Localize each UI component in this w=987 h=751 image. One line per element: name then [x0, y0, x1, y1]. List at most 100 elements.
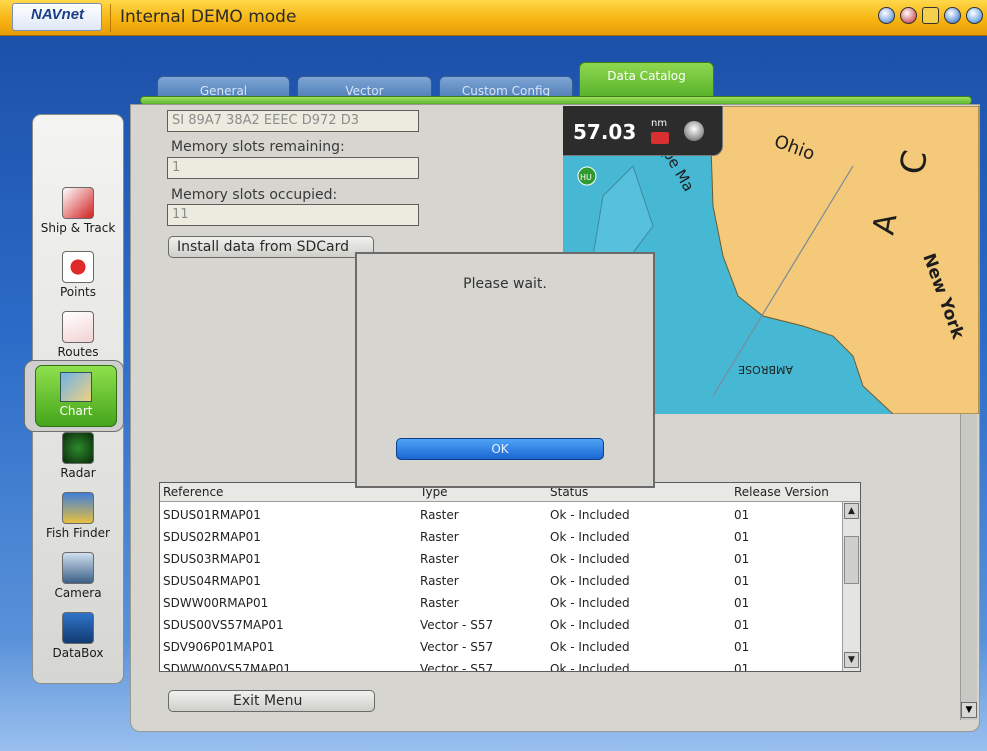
sidebar-item-label: Radar: [60, 466, 96, 480]
table-row[interactable]: SDUS03RMAP01 Raster Ok - Included 01: [160, 549, 842, 571]
table-row[interactable]: SDV906P01MAP01 Vector - S57 Ok - Include…: [160, 637, 842, 659]
column-release-version[interactable]: Release Version: [734, 485, 829, 499]
cell-release-version: 01: [734, 552, 750, 566]
cell-type: Vector - S57: [420, 640, 494, 654]
cell-type: Vector - S57: [420, 662, 494, 672]
cell-release-version: 01: [734, 596, 750, 610]
cell-release-version: 01: [734, 508, 750, 522]
chart-icon: [60, 372, 92, 402]
table-row[interactable]: SDWW00RMAP01 Raster Ok - Included 01: [160, 593, 842, 615]
cell-status: Ok - Included: [550, 618, 630, 632]
slots-occupied-label: Memory slots occupied:: [171, 187, 338, 203]
cell-status: Ok - Included: [550, 640, 630, 654]
cell-type: Vector - S57: [420, 618, 494, 632]
logo-text: NAVnet: [31, 6, 85, 23]
title-bar: NAVnet Internal DEMO mode: [0, 0, 987, 36]
cell-status: Ok - Included: [550, 662, 630, 672]
range-unit: nm: [651, 118, 668, 129]
cell-type: Raster: [420, 508, 459, 522]
sidebar-item-databox[interactable]: DataBox: [32, 612, 124, 672]
alarm-icon[interactable]: [878, 7, 895, 24]
range-value: 57.03: [573, 120, 637, 144]
table-row[interactable]: SDUS02RMAP01 Raster Ok - Included 01: [160, 527, 842, 549]
sidebar-active-frame: Chart: [24, 360, 124, 432]
cell-status: Ok - Included: [550, 596, 630, 610]
scroll-up-icon[interactable]: ▲: [844, 503, 859, 519]
sidebar-item-ship-track[interactable]: Ship & Track: [32, 187, 124, 247]
cell-type: Raster: [420, 574, 459, 588]
cell-reference: SDUS00VS57MAP01: [163, 618, 284, 632]
tab-custom-config[interactable]: Custom Config: [439, 76, 573, 98]
column-reference[interactable]: Reference: [163, 485, 223, 499]
databox-icon: [62, 612, 94, 644]
cell-release-version: 01: [734, 574, 750, 588]
scroll-thumb[interactable]: [844, 536, 859, 584]
scroll-down-icon[interactable]: ▼: [844, 652, 859, 668]
ok-button[interactable]: OK: [396, 438, 604, 460]
map-label-ambrose: AMBROSE: [738, 363, 793, 376]
sidebar-item-label: Points: [59, 285, 97, 299]
radar-icon: [62, 432, 94, 464]
table-row[interactable]: SDWW00VS57MAP01 Vector - S57 Ok - Includ…: [160, 659, 842, 672]
table-row[interactable]: SDUS04RMAP01 Raster Ok - Included 01: [160, 571, 842, 593]
cell-status: Ok - Included: [550, 530, 630, 544]
sidebar-item-fish-finder[interactable]: Fish Finder: [32, 492, 124, 552]
shoal-area: [592, 165, 654, 267]
range-icon: [651, 132, 669, 144]
cell-status: Ok - Included: [550, 574, 630, 588]
sidebar-item-label: Ship & Track: [40, 221, 116, 235]
ship-track-icon: [62, 187, 94, 219]
compass-icon[interactable]: [684, 121, 704, 141]
cell-status: Ok - Included: [550, 508, 630, 522]
globe-icon[interactable]: [944, 7, 961, 24]
cell-reference: SDUS04RMAP01: [163, 574, 261, 588]
table-row[interactable]: SDUS00VS57MAP01 Vector - S57 Ok - Includ…: [160, 615, 842, 637]
status-icons: [878, 7, 983, 24]
tab-data-catalog[interactable]: Data Catalog: [579, 62, 714, 98]
tab-vector[interactable]: Vector: [297, 76, 432, 98]
slots-occupied-field: 11: [167, 204, 419, 226]
cell-type: Raster: [420, 596, 459, 610]
cell-type: Raster: [420, 530, 459, 544]
table-scrollbar[interactable]: ▲ ▼: [842, 502, 860, 671]
title-separator: [110, 4, 111, 32]
slots-remaining-field: 1: [167, 157, 419, 179]
tab-general[interactable]: General: [157, 76, 290, 98]
display-icon[interactable]: [922, 7, 939, 24]
mob-icon[interactable]: [900, 7, 917, 24]
cell-type: Raster: [420, 552, 459, 566]
sidebar-item-label: Camera: [54, 586, 102, 600]
cell-reference: SDWW00VS57MAP01: [163, 662, 292, 672]
sidebar-item-label: DataBox: [52, 646, 104, 660]
sidebar-item-label: Routes: [57, 345, 99, 359]
cell-release-version: 01: [734, 530, 750, 544]
serial-number-field: SI 89A7 38A2 EEEC D972 D3: [167, 110, 419, 132]
points-icon: [62, 251, 94, 283]
sidebar-item-radar[interactable]: Radar: [32, 432, 124, 492]
sidebar-item-camera[interactable]: Camera: [32, 552, 124, 612]
cell-reference: SDUS02RMAP01: [163, 530, 261, 544]
cell-release-version: 01: [734, 618, 750, 632]
cell-reference: SDUS01RMAP01: [163, 508, 261, 522]
catalog-table: Reference Type Status Release Version SD…: [159, 482, 861, 672]
scroll-down-icon[interactable]: ▼: [961, 702, 977, 718]
sidebar-item-label: Chart: [59, 404, 93, 418]
fish-finder-icon: [62, 492, 94, 524]
cell-release-version: 01: [734, 640, 750, 654]
install-sdcard-button[interactable]: Install data from SDCard: [168, 236, 374, 258]
network-icon[interactable]: [966, 7, 983, 24]
cell-reference: SDUS03RMAP01: [163, 552, 261, 566]
camera-icon: [62, 552, 94, 584]
sidebar-item-points[interactable]: Points: [32, 251, 124, 311]
please-wait-dialog: Please wait. OK: [355, 252, 655, 488]
dialog-message: Please wait.: [463, 276, 547, 292]
cell-release-version: 01: [734, 662, 750, 672]
sidebar-item-chart[interactable]: Chart: [35, 365, 117, 427]
table-row[interactable]: SDUS01RMAP01 Raster Ok - Included 01: [160, 505, 842, 527]
panel-scrollbar[interactable]: ▼: [960, 414, 977, 720]
cell-status: Ok - Included: [550, 552, 630, 566]
map-marker-hu-text: HU: [580, 173, 592, 182]
cell-reference: SDV906P01MAP01: [163, 640, 275, 654]
range-readout: 57.03 nm: [563, 106, 723, 156]
exit-menu-button[interactable]: Exit Menu: [168, 690, 375, 712]
